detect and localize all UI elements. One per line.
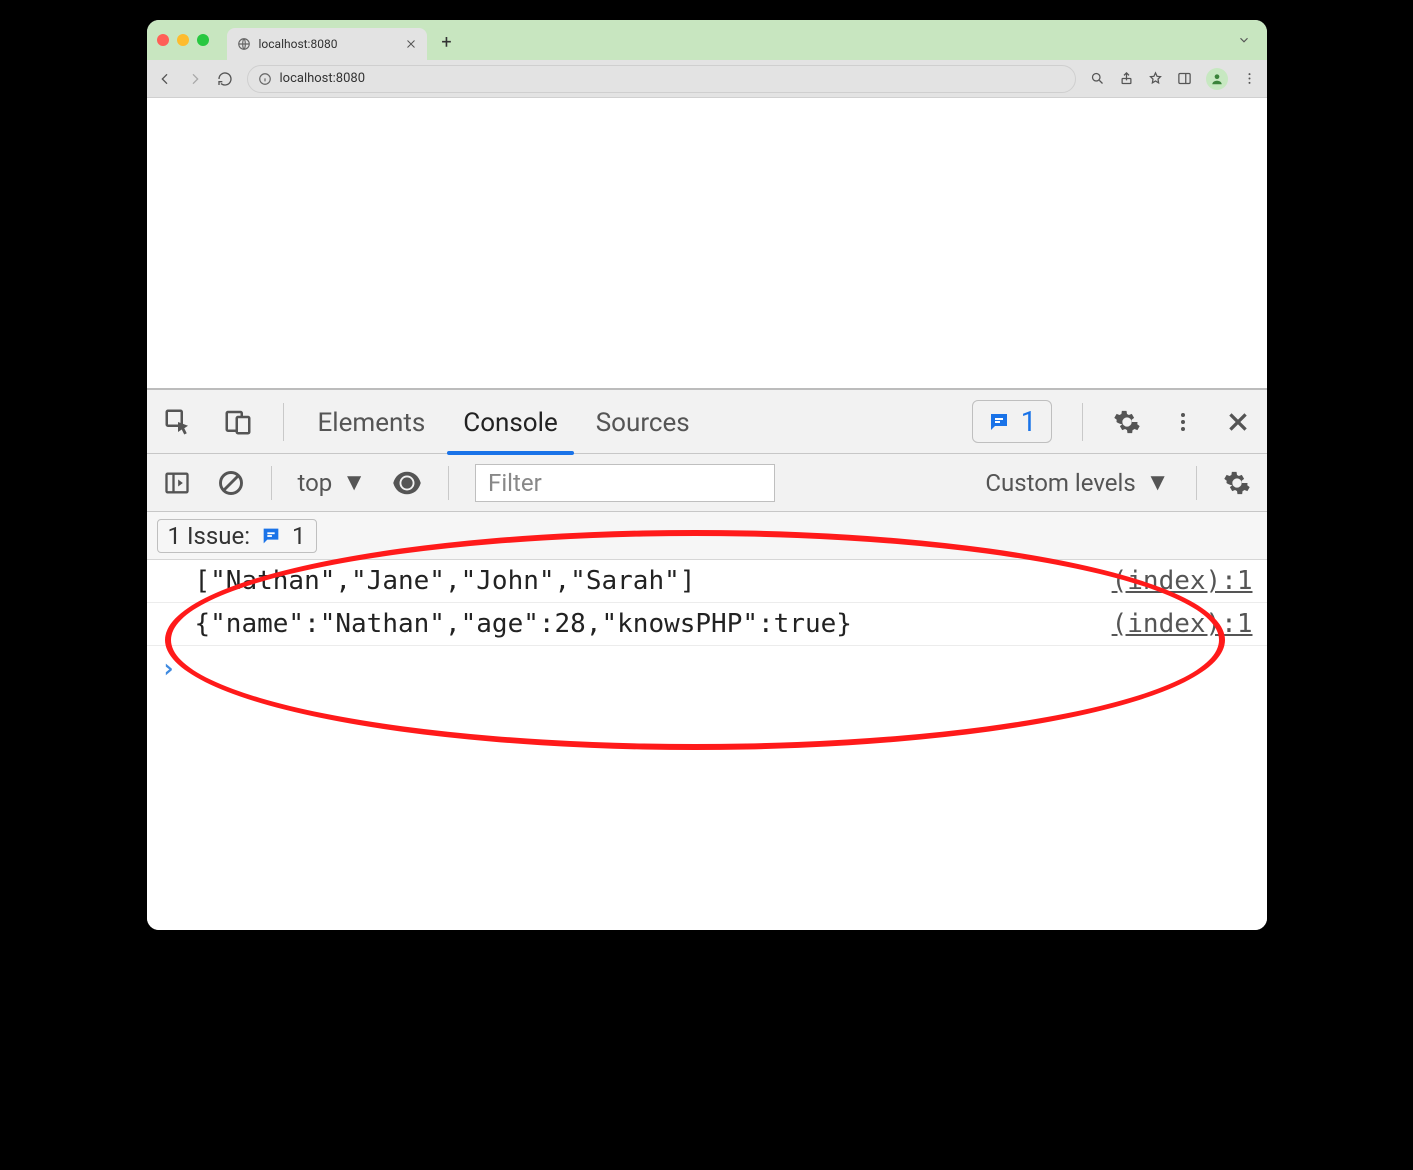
tab-close-button[interactable] — [405, 38, 417, 50]
side-panel-icon[interactable] — [1177, 71, 1192, 86]
issues-row: 1 Issue: 1 — [147, 512, 1267, 560]
issues-count: 1 — [292, 522, 306, 550]
filter-placeholder: Filter — [488, 469, 542, 497]
log-source-link[interactable]: (index):1 — [1112, 609, 1253, 639]
log-entry: {"name":"Nathan","age":28,"knowsPHP":tru… — [147, 603, 1267, 646]
forward-button[interactable] — [187, 71, 203, 87]
log-message: ["Nathan","Jane","John","Sarah"] — [195, 566, 1112, 596]
browser-window: localhost:8080 + localhost:8080 — [147, 20, 1267, 930]
reload-button[interactable] — [217, 71, 233, 87]
tab-console[interactable]: Console — [459, 392, 561, 452]
console-toolbar: top ▼ Filter Custom levels ▼ — [147, 454, 1267, 512]
omnibox[interactable]: localhost:8080 — [247, 65, 1076, 93]
share-icon[interactable] — [1119, 71, 1134, 86]
log-entry: ["Nathan","Jane","John","Sarah"] (index)… — [147, 560, 1267, 603]
window-controls — [157, 34, 209, 46]
issues-badge-count: 1 — [1021, 405, 1037, 438]
log-message: {"name":"Nathan","age":28,"knowsPHP":tru… — [195, 609, 1112, 639]
context-selector[interactable]: top ▼ — [298, 468, 367, 497]
devtools-tabbar: Elements Console Sources 1 — [147, 390, 1267, 454]
tab-title: localhost:8080 — [259, 37, 397, 51]
issues-badge[interactable]: 1 — [972, 400, 1052, 443]
devtools: Elements Console Sources 1 — [147, 388, 1267, 930]
addressbar: localhost:8080 — [147, 60, 1267, 98]
chevron-down-icon: ▼ — [1146, 468, 1170, 497]
titlebar: localhost:8080 + — [147, 20, 1267, 60]
more-icon[interactable] — [1171, 410, 1195, 434]
filter-input[interactable]: Filter — [475, 464, 775, 502]
inspect-element-icon[interactable] — [163, 407, 193, 437]
new-tab-button[interactable]: + — [435, 32, 459, 53]
url-text: localhost:8080 — [280, 71, 366, 86]
browser-tab[interactable]: localhost:8080 — [227, 28, 427, 60]
page-viewport — [147, 98, 1267, 388]
console-sidebar-toggle-icon[interactable] — [163, 469, 191, 497]
live-expression-icon[interactable] — [392, 468, 422, 498]
device-toolbar-icon[interactable] — [223, 407, 253, 437]
settings-icon[interactable] — [1113, 408, 1141, 436]
globe-icon — [237, 37, 251, 51]
profile-avatar[interactable] — [1206, 68, 1228, 90]
browser-menu-button[interactable] — [1242, 71, 1257, 86]
log-levels-label: Custom levels — [985, 469, 1135, 497]
context-label: top — [298, 469, 333, 497]
issues-button[interactable]: 1 Issue: 1 — [157, 519, 317, 553]
close-devtools-icon[interactable] — [1225, 409, 1251, 435]
zoom-icon[interactable] — [1090, 71, 1105, 86]
console-settings-icon[interactable] — [1223, 469, 1251, 497]
minimize-window-button[interactable] — [177, 34, 189, 46]
issues-label: 1 Issue: — [168, 522, 251, 550]
chevron-down-icon: ▼ — [342, 468, 366, 497]
prompt-chevron-icon: › — [161, 654, 177, 684]
clear-console-icon[interactable] — [217, 469, 245, 497]
console-prompt[interactable]: › — [147, 646, 1267, 692]
console-log: ["Nathan","Jane","John","Sarah"] (index)… — [147, 560, 1267, 930]
close-window-button[interactable] — [157, 34, 169, 46]
bookmark-icon[interactable] — [1148, 71, 1163, 86]
tab-sources[interactable]: Sources — [592, 392, 694, 452]
log-source-link[interactable]: (index):1 — [1112, 566, 1253, 596]
tab-elements[interactable]: Elements — [314, 392, 430, 452]
maximize-window-button[interactable] — [197, 34, 209, 46]
tabs-dropdown-button[interactable] — [1231, 33, 1257, 47]
site-info-icon[interactable] — [258, 72, 272, 86]
log-levels-selector[interactable]: Custom levels ▼ — [985, 468, 1169, 497]
back-button[interactable] — [157, 71, 173, 87]
